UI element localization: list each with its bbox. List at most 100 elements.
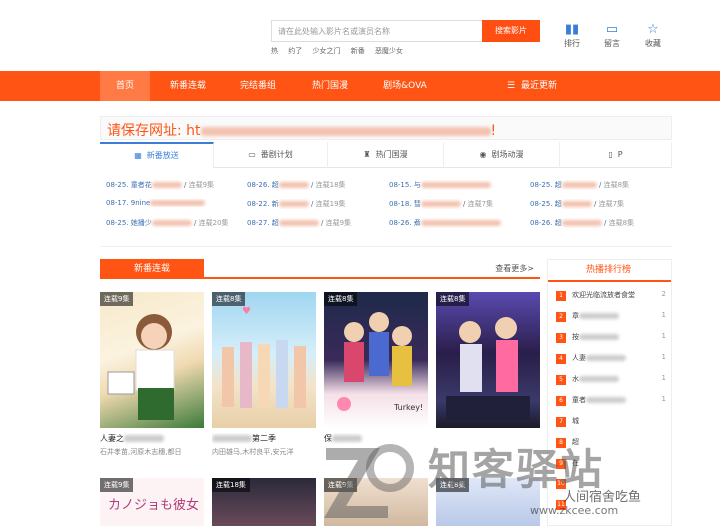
anime-card[interactable]: 连载9集 bbox=[324, 478, 428, 526]
tv-icon: ▭ bbox=[248, 150, 256, 159]
svg-text:Turkey!: Turkey! bbox=[393, 403, 423, 412]
ranking-item[interactable]: 5水1 bbox=[556, 374, 668, 386]
poster-image[interactable]: 连载9集 bbox=[100, 292, 204, 428]
card-cast bbox=[436, 447, 540, 457]
tab-theater[interactable]: ◉ 剧场动漫 bbox=[444, 142, 560, 168]
ranking-item[interactable]: 8超 bbox=[556, 437, 668, 449]
episode-badge: 连载18集 bbox=[212, 478, 250, 492]
battery-icon: ▯ bbox=[608, 150, 613, 159]
card-title[interactable]: 保 bbox=[324, 433, 428, 444]
anime-card[interactable]: 连载18集 bbox=[212, 478, 316, 526]
list-item[interactable]: 08-26. 超 / 连载18集 bbox=[247, 180, 385, 190]
poster-art: ♥ bbox=[222, 306, 306, 408]
ranking-item[interactable]: 10 bbox=[556, 479, 668, 491]
section-header: 新番连载 查看更多> bbox=[100, 259, 540, 279]
ranking-title: 热播排行榜 bbox=[548, 260, 671, 282]
episode-badge: 连载9集 bbox=[100, 478, 134, 492]
play-icon: ◉ bbox=[479, 150, 487, 159]
divider bbox=[100, 246, 672, 247]
search-input[interactable]: 请在此处输入影片名或演员名称 bbox=[271, 20, 482, 42]
message-label: 留言 bbox=[604, 39, 620, 48]
card-title[interactable]: 人妻之 bbox=[100, 433, 204, 444]
message-link[interactable]: ▭ 留言 bbox=[598, 22, 626, 49]
list-item[interactable]: 08-25. 超 / 连载7集 bbox=[530, 199, 668, 209]
episode-badge: 连载9集 bbox=[324, 478, 358, 492]
main-nav: 首页 新番连载 完结番组 热门国漫 剧场&OVA ☰ 最近更新 bbox=[0, 71, 720, 101]
nav-completed[interactable]: 完结番组 bbox=[230, 71, 286, 101]
anime-card[interactable]: 连载9集 カノジョも彼女 Season bbox=[100, 478, 204, 526]
list-item[interactable]: 08-25. 超 / 连载8集 bbox=[530, 180, 668, 190]
tab-plan[interactable]: ▭ 番剧计划 bbox=[214, 142, 328, 168]
update-list: 08-25. 童者花 / 连载9集 08-26. 超 / 连载18集 08-15… bbox=[100, 174, 672, 234]
anime-card[interactable]: 连载8集 bbox=[436, 478, 540, 526]
nav-recent-label: 最近更新 bbox=[521, 81, 558, 91]
poster-art: Turkey! bbox=[337, 312, 423, 412]
anime-card[interactable]: 连载8集 bbox=[436, 292, 540, 457]
list-item[interactable]: 08-17. 9nine bbox=[106, 199, 244, 207]
list-item[interactable]: 08-25. 她播少 / 连载20集 bbox=[106, 218, 244, 228]
notice-bar: 请保存网址: ht! bbox=[100, 116, 672, 140]
episode-badge: 连载9集 bbox=[100, 292, 134, 306]
list-item[interactable]: 08-18. 彗 / 连载7集 bbox=[389, 199, 527, 209]
schedule-tabs: ▦ 新番放送 ▭ 番剧计划 ♜ 热门国漫 ◉ 剧场动漫 ▯ P bbox=[100, 142, 672, 168]
episode-badge: 连载8集 bbox=[436, 292, 470, 306]
message-icon: ▭ bbox=[605, 22, 619, 37]
poster-image[interactable]: ♥ 连载8集 bbox=[212, 292, 316, 428]
ranking-link[interactable]: ▮▮ 排行 bbox=[558, 22, 586, 49]
poster-image[interactable]: Turkey! 连载8集 bbox=[324, 292, 428, 428]
ranking-item[interactable]: 4 人妻 1 bbox=[556, 353, 668, 365]
svg-text:♥: ♥ bbox=[242, 306, 251, 317]
hot-word[interactable]: 恶魔少女 bbox=[375, 47, 403, 55]
robot-icon: ♜ bbox=[363, 150, 371, 159]
poster-art bbox=[107, 314, 175, 420]
ranking-item[interactable]: 1 欢迎光临流放者食堂 2 bbox=[556, 290, 668, 302]
ranking-item[interactable]: 7城 bbox=[556, 416, 668, 428]
hot-word[interactable]: 少女之门 bbox=[312, 47, 340, 55]
hot-word[interactable]: 新番 bbox=[351, 47, 365, 55]
hot-word[interactable]: 约了 bbox=[288, 47, 302, 55]
favorites-link[interactable]: ☆ 收藏 bbox=[639, 22, 667, 49]
search-button[interactable]: 搜索影片 bbox=[482, 20, 540, 42]
nav-recent[interactable]: ☰ 最近更新 bbox=[498, 71, 566, 101]
list-item[interactable]: 08-22. 新 / 连载19集 bbox=[247, 199, 385, 209]
nav-home[interactable]: 首页 bbox=[100, 71, 150, 101]
list-item[interactable]: 08-26. 超 / 连载8集 bbox=[530, 218, 668, 228]
ranking-item[interactable]: 11 bbox=[556, 500, 668, 512]
card-title[interactable]: 第二季 bbox=[212, 433, 316, 444]
ranking-item[interactable]: 6 童者 1 bbox=[556, 395, 668, 407]
ranking-label: 排行 bbox=[564, 39, 580, 48]
card-cast: 石井孝苗,河原木志穗,都日 bbox=[100, 448, 182, 456]
list-item[interactable]: 08-25. 童者花 / 连载9集 bbox=[106, 180, 244, 190]
bar-chart-icon: ▮▮ bbox=[564, 22, 580, 37]
view-more-link[interactable]: 查看更多> bbox=[495, 263, 534, 274]
poster-art bbox=[446, 317, 530, 420]
card-cast: 内田雄马,木村良平,安元洋 bbox=[212, 448, 294, 456]
list-icon: ☰ bbox=[506, 81, 516, 91]
list-item[interactable]: 08-15. 与 bbox=[389, 180, 527, 190]
card-title[interactable] bbox=[436, 433, 540, 444]
poster-caption: カノジョも彼女 Season bbox=[108, 498, 204, 513]
section-title: 新番连载 bbox=[100, 259, 204, 279]
hot-search-words: 热 约了 少女之门 新番 恶魔少女 bbox=[271, 46, 541, 58]
ranking-item[interactable]: 3按1 bbox=[556, 332, 668, 344]
tab-new-airing[interactable]: ▦ 新番放送 bbox=[100, 142, 214, 168]
ranking-item[interactable]: 2章1 bbox=[556, 311, 668, 323]
tab-domestic[interactable]: ♜ 热门国漫 bbox=[328, 142, 444, 168]
nav-new-series[interactable]: 新番连载 bbox=[160, 71, 216, 101]
poster-image[interactable]: 连载8集 bbox=[436, 292, 540, 428]
nav-domestic[interactable]: 热门国漫 bbox=[300, 71, 360, 101]
anime-card[interactable]: Turkey! 连载8集 保 bbox=[324, 292, 428, 457]
nav-theater-ova[interactable]: 剧场&OVA bbox=[372, 71, 438, 101]
tab-extra[interactable]: ▯ P bbox=[560, 142, 672, 168]
favorites-label: 收藏 bbox=[645, 39, 661, 48]
anime-card[interactable]: ♥ 连载8集 第二季 内田雄马,木村良平,安元洋 bbox=[212, 292, 316, 457]
episode-badge: 连载8集 bbox=[212, 292, 246, 306]
hot-word[interactable]: 热 bbox=[271, 47, 278, 55]
ranking-item[interactable]: 9在 bbox=[556, 458, 668, 470]
list-item[interactable]: 08-27. 超 / 连载9集 bbox=[247, 218, 385, 228]
site-logo[interactable] bbox=[102, 18, 216, 46]
list-item[interactable]: 08-26. 煮 bbox=[389, 218, 527, 228]
anime-card[interactable]: 连载9集 人妻之 石井孝苗,河原木志穗,都日 bbox=[100, 292, 204, 457]
notice-text: 请保存网址: ht! bbox=[107, 123, 497, 139]
hot-ranking-panel: 热播排行榜 1 欢迎光临流放者食堂 2 2章1 3按1 4 人妻 1 5水1 6 童者 1 … bbox=[547, 259, 672, 526]
